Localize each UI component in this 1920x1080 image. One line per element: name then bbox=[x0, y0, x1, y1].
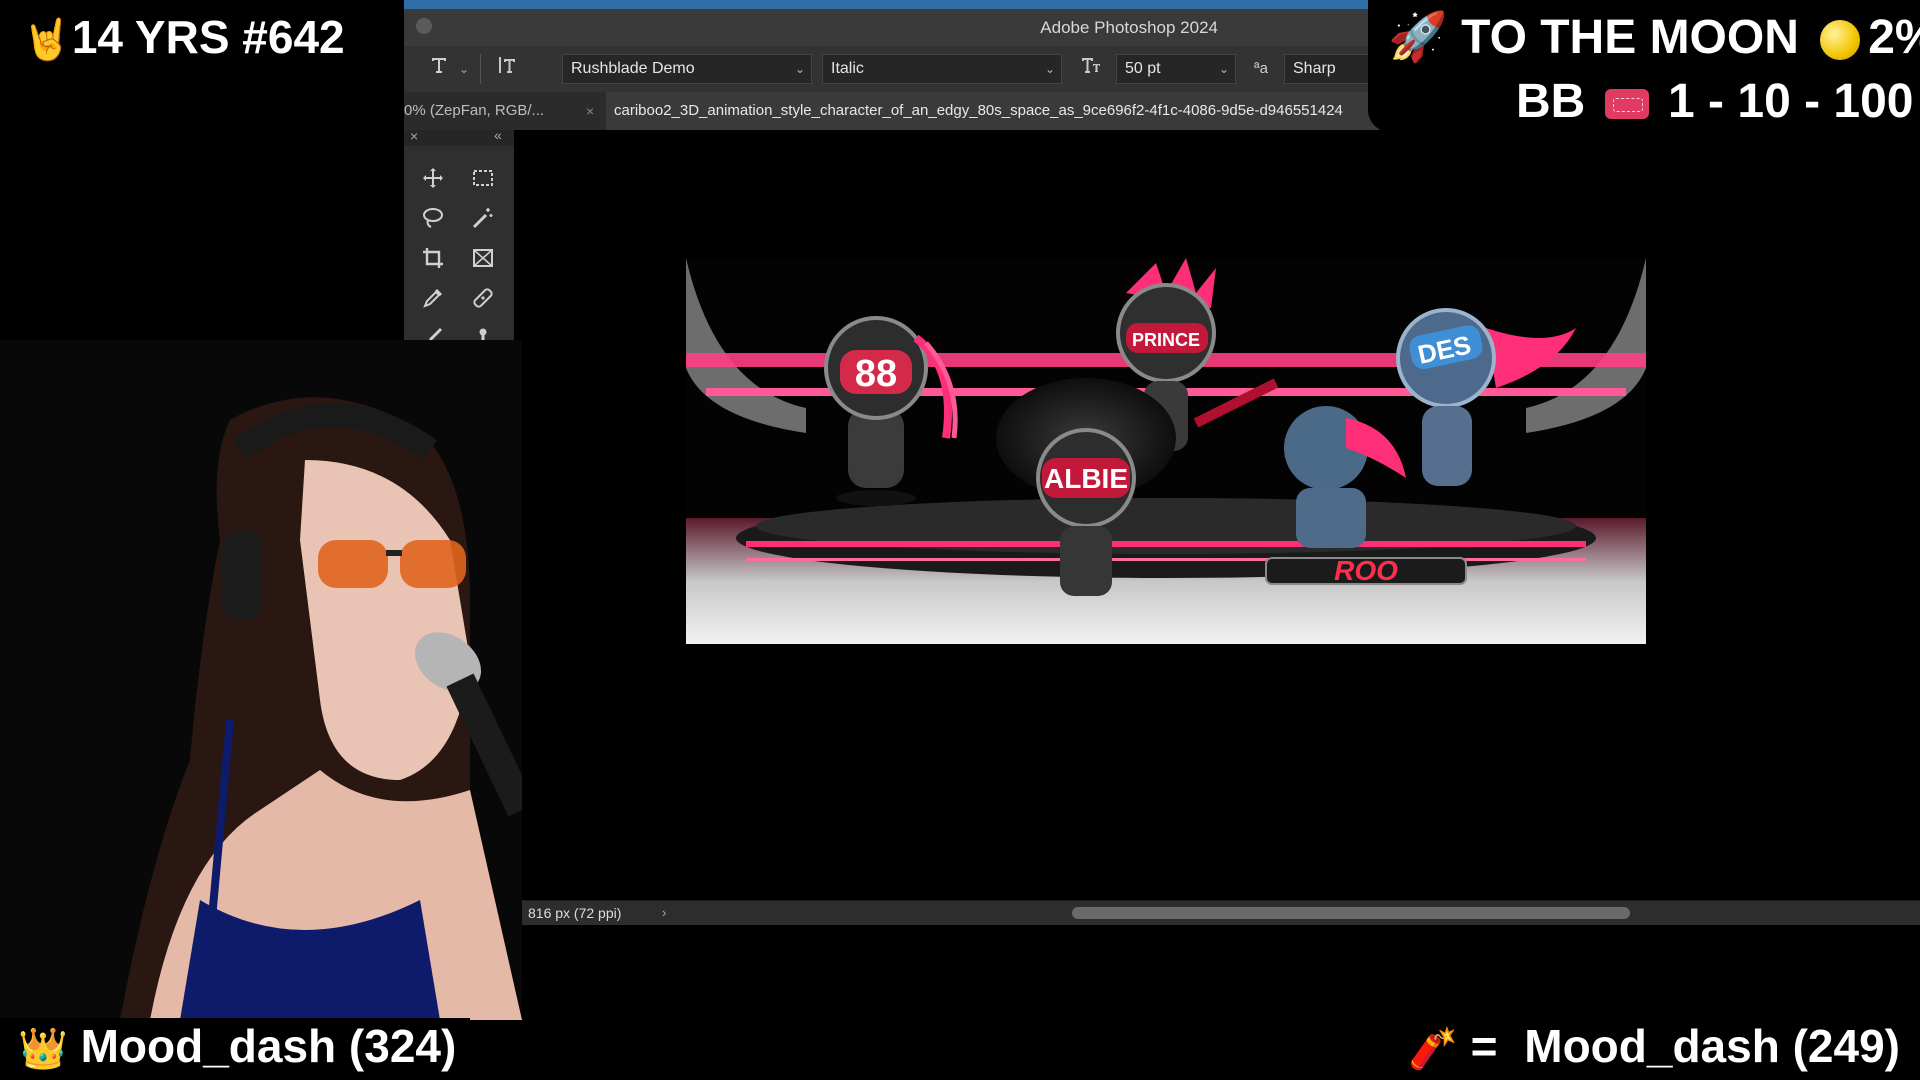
label-prince: PRINCE bbox=[1132, 330, 1200, 350]
canvas-area[interactable]: 88 PRINCE DES ALBIE ROO bbox=[514, 130, 1920, 900]
lasso-tool-icon[interactable] bbox=[416, 206, 450, 240]
status-bar: 816 px (72 ppi) › bbox=[404, 900, 1920, 925]
font-family-value: Rushblade Demo bbox=[571, 60, 695, 77]
frame-tool-icon[interactable] bbox=[466, 246, 500, 280]
eyedropper-icon[interactable] bbox=[416, 286, 450, 320]
firecracker-icon: 🧨 bbox=[1408, 1027, 1458, 1071]
rocket-icon: 🚀 bbox=[1388, 11, 1448, 64]
top-bits-text: Mood_dash (249) bbox=[1524, 1020, 1900, 1072]
text-orientation-icon[interactable] bbox=[492, 54, 522, 84]
font-size-icon bbox=[1076, 54, 1106, 84]
tab-zepfan[interactable]: 0% (ZepFan, RGB/... bbox=[404, 92, 584, 130]
rock-hand-icon: 🤘 bbox=[22, 18, 72, 62]
antialias-value: Sharp bbox=[1293, 60, 1336, 77]
window-top-strip bbox=[404, 0, 1368, 9]
font-size-value: 50 pt bbox=[1125, 60, 1161, 77]
photoshop-window: Adobe Photoshop 2024 ⌄ Rushblade Demo ⌄ … bbox=[404, 0, 1920, 1080]
magic-wand-icon[interactable] bbox=[466, 206, 500, 240]
label-albie: ALBIE bbox=[1044, 463, 1128, 494]
close-icon[interactable]: × bbox=[586, 92, 604, 130]
top-sub-gifter: 👑 Mood_dash (324) bbox=[18, 1018, 456, 1077]
equals-sign: = bbox=[1470, 1020, 1498, 1072]
crop-tool-icon[interactable] bbox=[416, 246, 450, 280]
document-size-status[interactable]: 816 px (72 ppi) bbox=[528, 901, 621, 925]
chevron-down-icon: ⌄ bbox=[794, 62, 805, 76]
tool-preset-chevron-icon[interactable]: ⌄ bbox=[456, 54, 472, 84]
antialias-icon: ªa bbox=[1254, 60, 1268, 77]
chevron-down-icon: ⌄ bbox=[1218, 62, 1229, 76]
bb-values: 1 - 10 - 100 bbox=[1668, 75, 1914, 128]
webcam-feed bbox=[0, 340, 522, 1020]
moon-goal: 🚀 TO THE MOON 2% bbox=[1388, 8, 1920, 65]
crown-icon: 👑 bbox=[18, 1027, 68, 1071]
horizontal-scrollbar[interactable] bbox=[1072, 907, 1630, 919]
top-bits: 🧨 = Mood_dash (249) bbox=[1408, 1018, 1900, 1077]
chevron-down-icon: ⌄ bbox=[1044, 62, 1055, 76]
streamer-video bbox=[0, 340, 522, 1020]
ticket-icon bbox=[1604, 89, 1649, 120]
type-tool-icon[interactable] bbox=[424, 54, 454, 84]
healing-brush-icon[interactable] bbox=[466, 286, 500, 320]
years-counter: 🤘14 YRS #642 bbox=[22, 10, 345, 64]
marquee-tool-icon[interactable] bbox=[466, 166, 500, 200]
chevron-right-icon[interactable]: › bbox=[662, 901, 666, 925]
moon-text: TO THE MOON bbox=[1461, 11, 1799, 64]
artwork-image: 88 PRINCE DES ALBIE ROO bbox=[686, 258, 1646, 644]
years-text: 14 YRS #642 bbox=[71, 11, 345, 63]
top-gifter-text: Mood_dash (324) bbox=[80, 1020, 457, 1072]
tools-panel-header: × « bbox=[404, 127, 514, 146]
title-bar: Adobe Photoshop 2024 bbox=[404, 9, 1368, 46]
collapse-icon[interactable]: « bbox=[494, 127, 502, 143]
divider bbox=[480, 54, 481, 84]
bb-label: BB bbox=[1516, 75, 1586, 128]
font-style-value: Italic bbox=[831, 60, 864, 77]
label-roo: ROO bbox=[1334, 555, 1398, 586]
move-tool-icon[interactable] bbox=[416, 166, 450, 200]
font-style-select[interactable]: Italic ⌄ bbox=[822, 54, 1062, 84]
label-88: 88 bbox=[855, 353, 897, 395]
moon-percent: 2% bbox=[1868, 11, 1920, 64]
window-title: Adobe Photoshop 2024 bbox=[1040, 18, 1218, 37]
font-size-select[interactable]: 50 pt ⌄ bbox=[1116, 54, 1236, 84]
moon-icon bbox=[1820, 20, 1861, 61]
bb-tiers: BB 1 - 10 - 100 bbox=[1516, 74, 1914, 129]
font-family-select[interactable]: Rushblade Demo ⌄ bbox=[562, 54, 812, 84]
close-icon[interactable]: × bbox=[410, 128, 418, 144]
artwork-illustration: 88 PRINCE DES ALBIE ROO bbox=[686, 258, 1646, 644]
